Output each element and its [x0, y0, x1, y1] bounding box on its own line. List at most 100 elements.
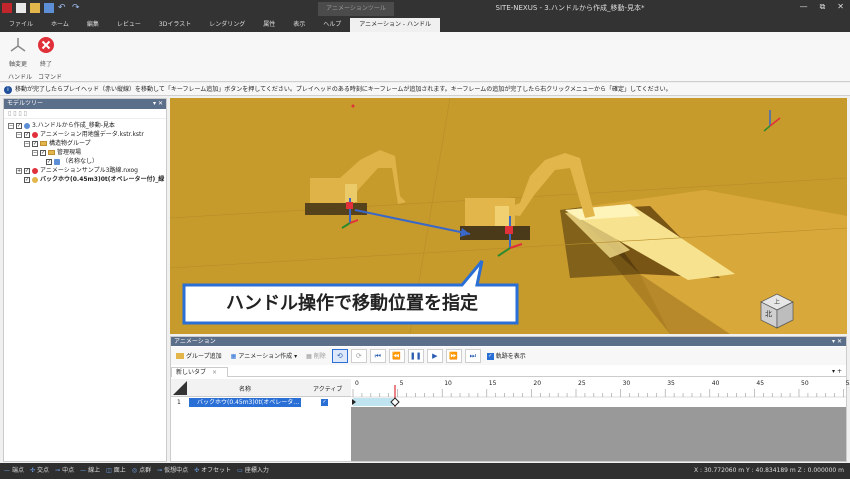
- tab-menu-controls[interactable]: ▾ +: [832, 367, 842, 377]
- tab-close-icon[interactable]: ×: [212, 369, 217, 376]
- tab-new[interactable]: 新しいタブ ×: [171, 367, 228, 377]
- collapse-icon[interactable]: +: [16, 167, 22, 174]
- tree-toolbar[interactable]: ▯ ▯ ▯ ▯: [4, 109, 166, 119]
- snap-toggle[interactable]: ◎ 点群: [132, 463, 151, 479]
- visibility-checkbox[interactable]: ✓: [32, 140, 38, 147]
- project-icon: [24, 122, 30, 129]
- snap-toggle[interactable]: ▭ 座標入力: [237, 463, 269, 479]
- collapse-icon[interactable]: −: [24, 140, 30, 147]
- tab-home[interactable]: ホーム: [42, 18, 78, 32]
- visibility-checkbox[interactable]: ✓: [24, 167, 30, 174]
- tab-help[interactable]: ヘルプ: [314, 18, 350, 32]
- skip-forward-icon: ⏭: [469, 352, 476, 360]
- film-icon: ▦: [230, 352, 237, 360]
- animation-grid: 名称 アクティブ 1 バックホウ(0.45m3)0t(オペレータ… ✓: [171, 379, 351, 451]
- ruler-tick-label: 25: [578, 380, 586, 387]
- snap-toggle[interactable]: — 端点: [4, 463, 24, 479]
- delete-button[interactable]: ▦ 削除: [303, 350, 329, 363]
- tree-node[interactable]: − ✓ 構造物グループ: [24, 139, 91, 148]
- tree-node[interactable]: − ✓ 3.ハンドルから作成_移動-見本: [8, 121, 115, 130]
- adjust-axis-button[interactable]: 軸変更: [4, 36, 32, 68]
- visibility-checkbox[interactable]: ✓: [16, 122, 22, 129]
- create-animation-button[interactable]: ▦ アニメーション作成 ▾: [228, 350, 300, 363]
- group-add-button[interactable]: グループ追加: [173, 350, 225, 363]
- visibility-checkbox[interactable]: ✓: [46, 158, 52, 165]
- status-bar: — 端点 ✣ 交点 ⊸ 中点 — 線上 ◫ 面上 ◎ 点群 ⊸ 仮想中点 ✣ オフセット ▭ 座標入力 X : 3…: [0, 463, 850, 479]
- collapse-icon[interactable]: −: [16, 131, 22, 138]
- ruler-tick-label: 0: [355, 380, 359, 387]
- open-folder-icon[interactable]: [30, 3, 40, 13]
- tab-attributes[interactable]: 属性: [254, 18, 284, 32]
- snap-toggle[interactable]: ⊸ 中点: [55, 463, 74, 479]
- tab-review[interactable]: レビュー: [108, 18, 150, 32]
- visibility-checkbox[interactable]: ✓: [24, 131, 30, 138]
- ruler-tick-label: 45: [756, 380, 765, 387]
- tab-animation-handle[interactable]: アニメーション - ハンドル: [350, 18, 441, 32]
- reverse-loop-button[interactable]: ⟳: [350, 349, 367, 363]
- object-icon: [54, 158, 60, 165]
- select-all-corner-icon[interactable]: [173, 381, 187, 395]
- snap-toggle[interactable]: ✣ 交点: [30, 463, 49, 479]
- snap-icon: ✣: [194, 467, 200, 474]
- go-to-end-button[interactable]: ⏭: [464, 349, 481, 363]
- snap-icon: ⊸: [157, 467, 163, 474]
- visibility-checkbox[interactable]: ✓: [24, 176, 30, 183]
- tab-3d-illust[interactable]: 3Dイラスト: [150, 18, 200, 32]
- end-button[interactable]: 終了: [32, 36, 60, 68]
- close-button[interactable]: ✕: [837, 2, 844, 12]
- tree-node-selected[interactable]: ✓ バックホウ(0.45m3)0t(オペレーター付)_緑: [24, 175, 164, 184]
- panel-controls[interactable]: ▾ ✕: [153, 99, 163, 109]
- tab-view[interactable]: 表示: [284, 18, 314, 32]
- timeline[interactable]: 0 5 10 15 20 25 30 35 40 45 50 55: [351, 379, 850, 461]
- snap-toggle[interactable]: ⊸ 仮想中点: [157, 463, 188, 479]
- undo-icon[interactable]: ↶: [58, 3, 68, 13]
- ruler-tick-label: 35: [667, 380, 675, 387]
- restore-button[interactable]: ⧉: [820, 2, 826, 12]
- snap-toggle[interactable]: ✣ オフセット: [194, 463, 231, 479]
- tab-file[interactable]: ファイル: [0, 18, 42, 32]
- tab-rendering[interactable]: レンダリング: [200, 18, 254, 32]
- folder-icon: [48, 150, 55, 155]
- ruler-tick-label: 40: [711, 380, 720, 387]
- visibility-checkbox[interactable]: ✓: [40, 149, 46, 156]
- row-active-checkbox[interactable]: ✓: [321, 399, 328, 406]
- navigation-cube[interactable]: 上 北: [759, 292, 795, 330]
- panel-controls[interactable]: ▾ ✕: [832, 337, 842, 346]
- show-path-checkbox[interactable]: ✓ 軌跡を表示: [484, 350, 529, 363]
- tree-node[interactable]: − ✓ 管理現場: [32, 148, 81, 157]
- tree-node[interactable]: − ✓ アニメーション用地盤データ.kstr.kstr: [16, 130, 144, 139]
- collapse-icon[interactable]: −: [32, 149, 38, 156]
- timeline-track-area[interactable]: [351, 407, 846, 461]
- ruler-tick-label: 15: [488, 380, 497, 387]
- snap-label: 端点: [12, 467, 25, 474]
- go-to-start-button[interactable]: ⏮: [369, 349, 386, 363]
- rewind-icon: ⏪: [392, 352, 402, 360]
- snap-toggle[interactable]: — 線上: [80, 463, 100, 479]
- pause-button[interactable]: ❚❚: [407, 349, 424, 363]
- fast-forward-button[interactable]: ⏩: [445, 349, 462, 363]
- save-icon[interactable]: [44, 3, 54, 13]
- axis-icon: [10, 38, 26, 52]
- row-name[interactable]: バックホウ(0.45m3)0t(オペレータ…: [189, 398, 301, 407]
- tree-node[interactable]: ✓ （名称なし）: [46, 157, 98, 166]
- redo-icon[interactable]: ↷: [72, 3, 82, 13]
- new-file-icon[interactable]: [16, 3, 26, 13]
- rewind-button[interactable]: ⏪: [388, 349, 405, 363]
- app-logo-icon[interactable]: [2, 3, 12, 13]
- contextual-tab-group: アニメーションツール: [318, 2, 394, 16]
- collapse-icon[interactable]: −: [8, 122, 14, 129]
- ribbon-tabs: ファイル ホーム 編集 レビュー 3Dイラスト レンダリング 属性 表示 ヘルプ…: [0, 18, 441, 32]
- tab-edit[interactable]: 編集: [78, 18, 108, 32]
- tree-node[interactable]: + ✓ アニメーションサンプル3路線.nxog: [16, 166, 138, 175]
- snap-label: 交点: [37, 467, 50, 474]
- play-icon: ▶: [432, 352, 438, 360]
- animation-panel: アニメーション ▾ ✕ グループ追加 ▦ アニメーション作成 ▾ ▦ 削除 ⟲ ⟳…: [170, 336, 850, 462]
- snap-icon: ◎: [131, 467, 138, 474]
- play-button[interactable]: ▶: [426, 349, 443, 363]
- table-row[interactable]: 1 バックホウ(0.45m3)0t(オペレータ… ✓: [171, 398, 351, 407]
- snap-toggle[interactable]: ◫ 面上: [106, 463, 126, 479]
- loop-button[interactable]: ⟲: [331, 349, 348, 363]
- animation-title: アニメーション: [174, 338, 216, 345]
- snap-icon: ◫: [106, 467, 112, 474]
- minimize-button[interactable]: —: [800, 2, 808, 12]
